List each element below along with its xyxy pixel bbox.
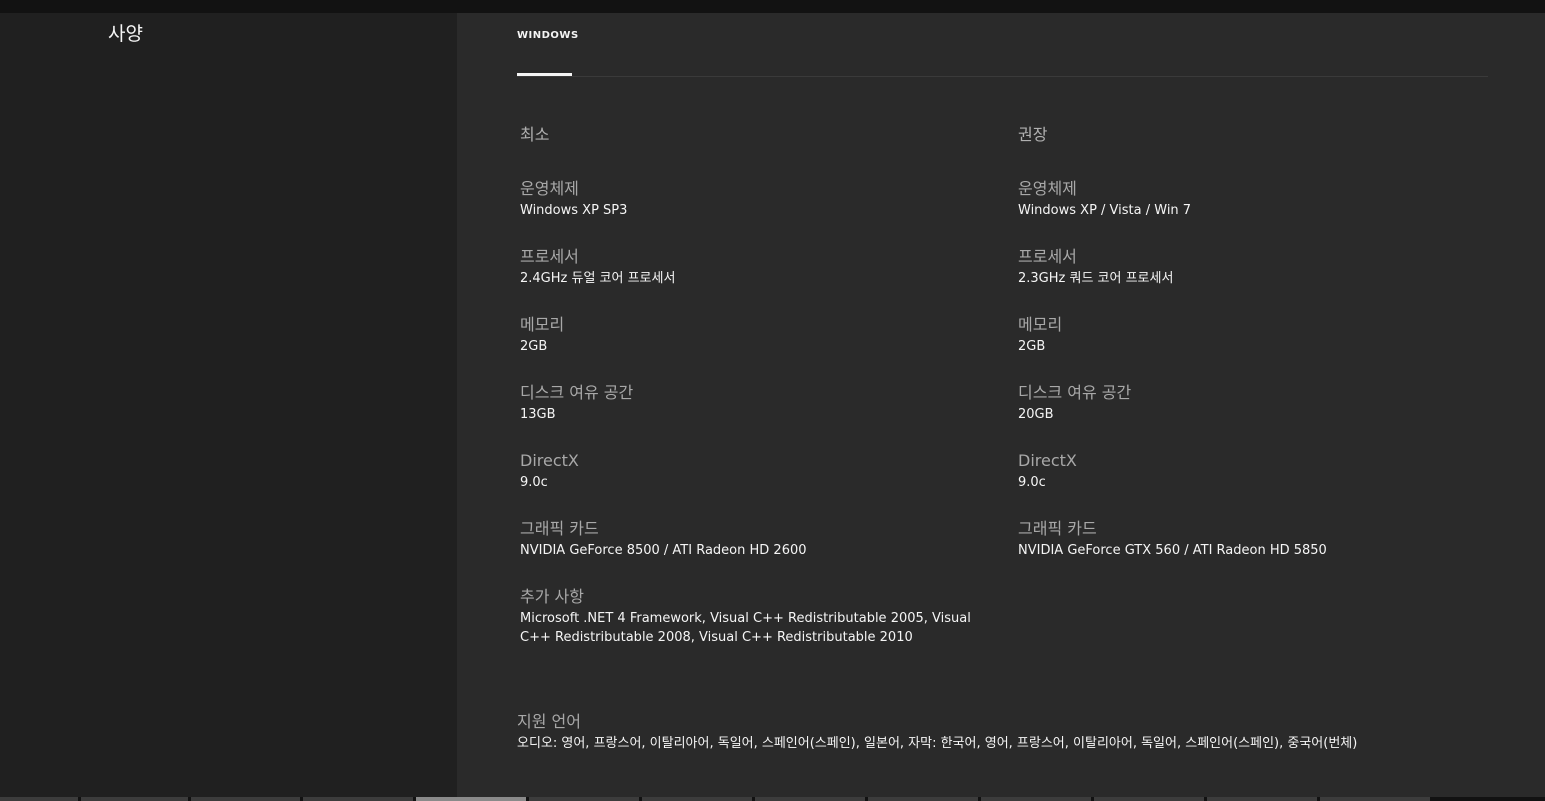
recommended-heading: 권장 — [1018, 125, 1048, 144]
spec-processor-min: 프로세서 2.4GHz 듀얼 코어 프로세서 — [520, 247, 1000, 315]
spec-value: 2GB — [520, 339, 548, 354]
spec-label: 메모리 — [1018, 315, 1063, 334]
spec-os-rec: 운영체제 Windows XP / Vista / Win 7 — [1018, 179, 1498, 247]
thumbnail[interactable] — [1094, 797, 1204, 801]
languages-label: 지원 언어 — [517, 712, 581, 731]
thumbnail[interactable] — [755, 797, 865, 801]
spec-processor-rec: 프로세서 2.3GHz 쿼드 코어 프로세서 — [1018, 247, 1498, 315]
page: 사양 WINDOWS 최소 운영체제 Windows XP SP3 프로세서 2… — [0, 0, 1545, 801]
spec-disk-min: 디스크 여유 공간 13GB — [520, 383, 1000, 451]
spec-label: 디스크 여유 공간 — [1018, 383, 1132, 402]
left-column — [0, 13, 457, 801]
section-title: 사양 — [108, 23, 143, 45]
spec-directx-min: DirectX 9.0c — [520, 451, 1000, 519]
spec-value: Microsoft .NET 4 Framework, Visual C++ R… — [520, 611, 971, 645]
languages-value: 오디오: 영어, 프랑스어, 이탈리아어, 독일어, 스페인어(스페인), 일본… — [517, 736, 1358, 751]
recommended-column: 권장 운영체제 Windows XP / Vista / Win 7 프로세서 … — [1018, 121, 1498, 587]
bottom-thumbnail-strip — [0, 797, 1545, 801]
minimum-heading: 최소 — [520, 125, 550, 144]
spec-directx-rec: DirectX 9.0c — [1018, 451, 1498, 519]
spec-value: NVIDIA GeForce GTX 560 / ATI Radeon HD 5… — [1018, 543, 1327, 558]
spec-label: 디스크 여유 공간 — [520, 383, 634, 402]
thumbnail[interactable] — [303, 797, 413, 801]
minimum-column: 최소 운영체제 Windows XP SP3 프로세서 2.4GHz 듀얼 코어… — [520, 121, 1000, 655]
thumbnail[interactable] — [1320, 797, 1430, 801]
spec-label: DirectX — [520, 451, 579, 470]
spec-label: 프로세서 — [520, 247, 579, 266]
thumbnail[interactable] — [642, 797, 752, 801]
spec-value: 13GB — [520, 407, 556, 422]
spec-label: 그래픽 카드 — [1018, 519, 1097, 538]
spec-label: 그래픽 카드 — [520, 519, 599, 538]
spec-label: DirectX — [1018, 451, 1077, 470]
spec-value: NVIDIA GeForce 8500 / ATI Radeon HD 2600 — [520, 543, 807, 558]
spec-value: 2.3GHz 쿼드 코어 프로세서 — [1018, 271, 1174, 286]
thumbnail[interactable] — [868, 797, 978, 801]
spec-value: 9.0c — [520, 475, 548, 490]
spec-os-min: 운영체제 Windows XP SP3 — [520, 179, 1000, 247]
spec-label: 운영체제 — [1018, 179, 1077, 198]
thumbnail-active[interactable] — [416, 797, 526, 801]
thumbnail[interactable] — [1207, 797, 1317, 801]
thumbnail[interactable] — [529, 797, 639, 801]
spec-label: 프로세서 — [1018, 247, 1077, 266]
spec-value: 2.4GHz 듀얼 코어 프로세서 — [520, 271, 676, 286]
tab-windows[interactable]: WINDOWS — [517, 13, 578, 76]
spec-value: 20GB — [1018, 407, 1054, 422]
thumbnail[interactable] — [191, 797, 300, 801]
supported-languages: 지원 언어 오디오: 영어, 프랑스어, 이탈리아어, 독일어, 스페인어(스페… — [517, 712, 1507, 753]
spec-label: 메모리 — [520, 315, 565, 334]
thumbnail[interactable] — [81, 797, 188, 801]
spec-label: 운영체제 — [520, 179, 579, 198]
thumbnail[interactable] — [981, 797, 1091, 801]
spec-value: Windows XP / Vista / Win 7 — [1018, 203, 1192, 218]
spec-value: 9.0c — [1018, 475, 1046, 490]
spec-memory-min: 메모리 2GB — [520, 315, 1000, 383]
spec-additional-min: 추가 사항 Microsoft .NET 4 Framework, Visual… — [520, 587, 1000, 655]
spec-graphics-rec: 그래픽 카드 NVIDIA GeForce GTX 560 / ATI Rade… — [1018, 519, 1498, 587]
spec-disk-rec: 디스크 여유 공간 20GB — [1018, 383, 1498, 451]
specs-panel: WINDOWS 최소 운영체제 Windows XP SP3 프로세서 2.4G… — [457, 13, 1545, 799]
spec-label: 추가 사항 — [520, 587, 584, 606]
platform-tabs: WINDOWS — [517, 13, 1488, 77]
spec-value: 2GB — [1018, 339, 1046, 354]
thumbnail[interactable] — [0, 797, 78, 801]
spec-memory-rec: 메모리 2GB — [1018, 315, 1498, 383]
spec-value: Windows XP SP3 — [520, 203, 628, 218]
spec-graphics-min: 그래픽 카드 NVIDIA GeForce 8500 / ATI Radeon … — [520, 519, 1000, 587]
